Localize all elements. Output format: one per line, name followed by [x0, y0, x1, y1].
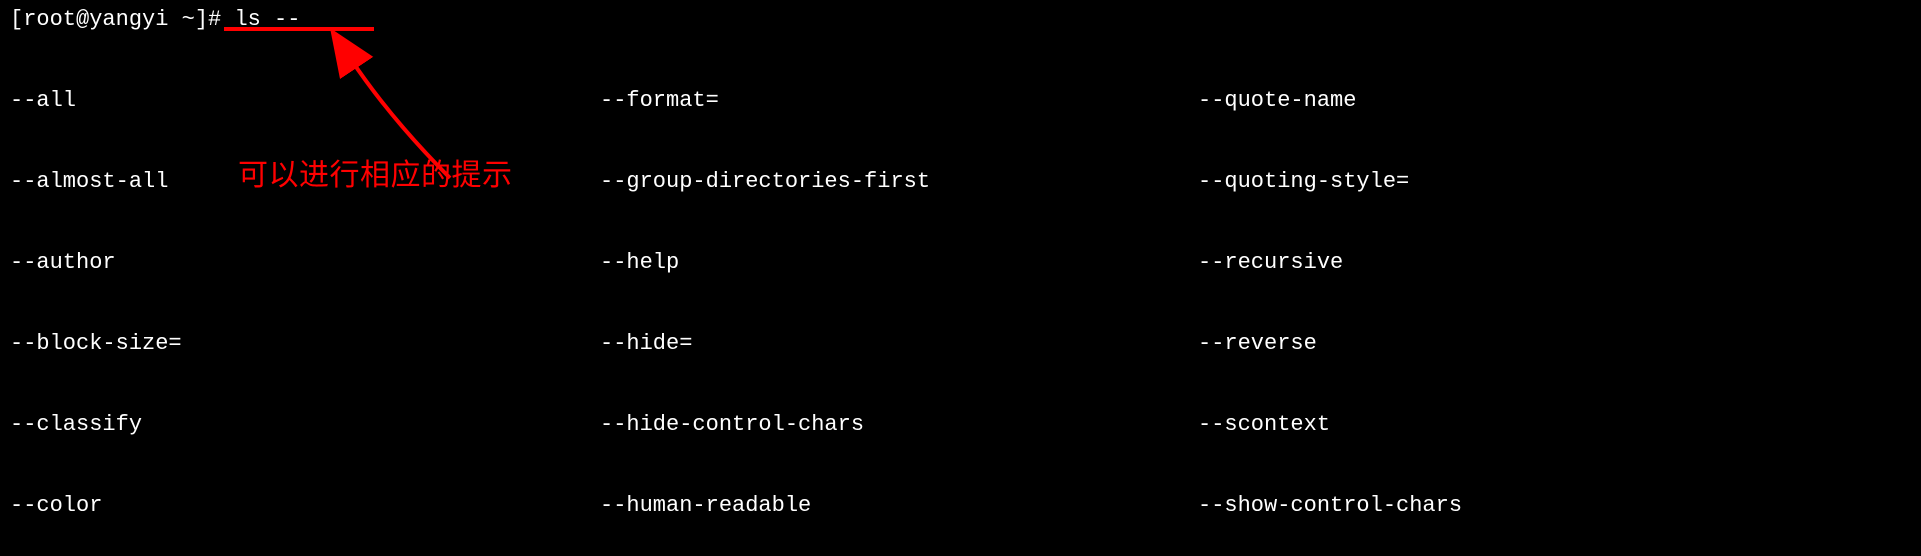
completion-column-2: --format= --group-directories-first --he… — [600, 33, 1198, 556]
list-item: --classify — [10, 411, 600, 438]
list-item: --all — [10, 87, 600, 114]
annotation-text: 可以进行相应的提示 — [238, 162, 513, 189]
completion-list: --all --almost-all --author --block-size… — [10, 33, 1911, 556]
list-item: --format= — [600, 87, 1198, 114]
list-item: --quoting-style= — [1198, 168, 1911, 195]
list-item: --scontext — [1198, 411, 1911, 438]
list-item: --show-control-chars — [1198, 492, 1911, 519]
list-item: --recursive — [1198, 249, 1911, 276]
completion-column-1: --all --almost-all --author --block-size… — [10, 33, 600, 556]
list-item: --hide-control-chars — [600, 411, 1198, 438]
list-item: --color — [10, 492, 600, 519]
list-item: --reverse — [1198, 330, 1911, 357]
list-item: --quote-name — [1198, 87, 1911, 114]
list-item: --author — [10, 249, 600, 276]
list-item: --group-directories-first — [600, 168, 1198, 195]
list-item: --human-readable — [600, 492, 1198, 519]
list-item: --help — [600, 249, 1198, 276]
list-item: --block-size= — [10, 330, 600, 357]
completion-column-3: --quote-name --quoting-style= --recursiv… — [1198, 33, 1911, 556]
terminal-window[interactable]: [root@yangyi ~]# ls -- 可以进行相应的提示 --all -… — [0, 0, 1921, 556]
shell-prompt: [root@yangyi ~]# — [10, 7, 234, 32]
annotation-underline — [224, 27, 374, 31]
list-item: --hide= — [600, 330, 1198, 357]
